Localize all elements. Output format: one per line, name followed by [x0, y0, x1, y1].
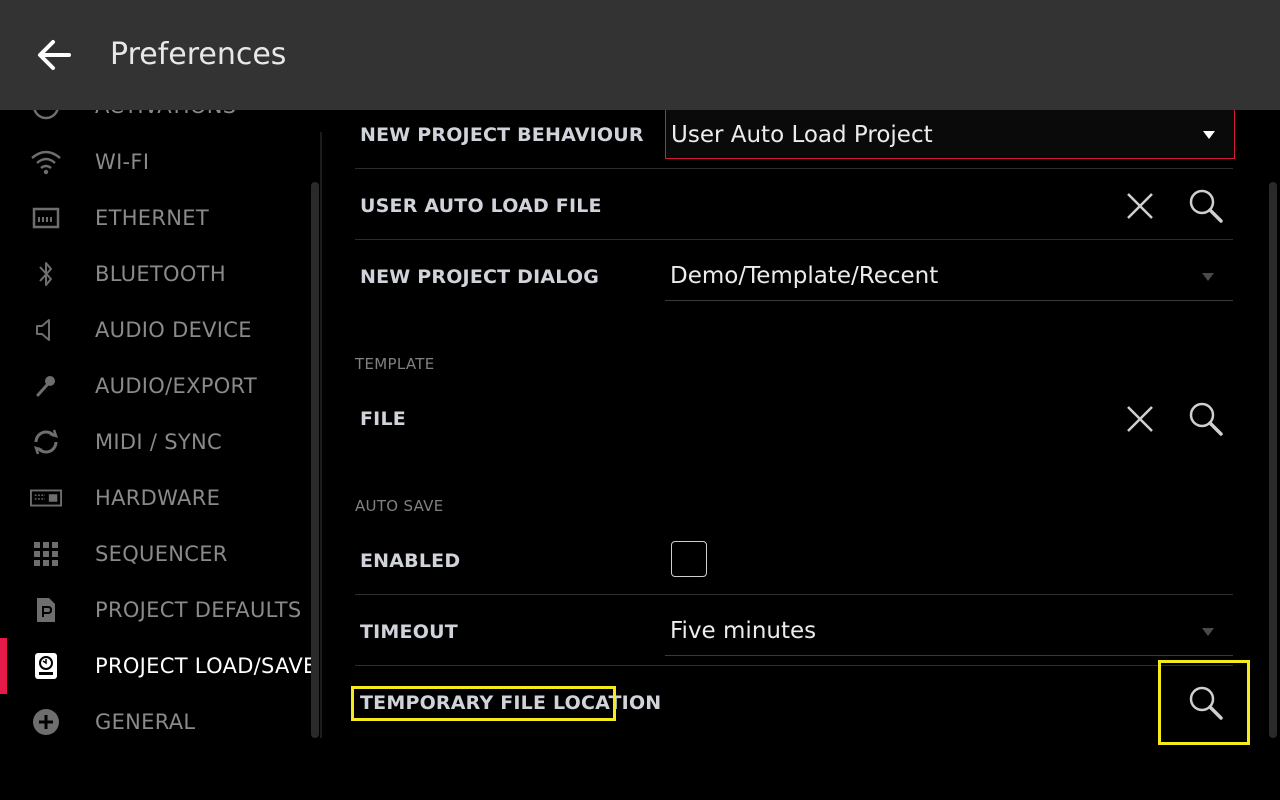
sidebar-item-label: BLUETOOTH [95, 262, 226, 286]
auto-save-timeout-dropdown[interactable]: Five minutes [665, 611, 1233, 656]
sidebar-item-label: ACTIVATIONS [95, 110, 236, 118]
sidebar-item-audio-export[interactable]: AUDIO/EXPORT [0, 358, 310, 414]
activations-icon [30, 110, 62, 121]
template-file-label: FILE [360, 408, 406, 430]
sidebar-item-label: MIDI / SYNC [95, 430, 222, 454]
sidebar-item-label: AUDIO/EXPORT [95, 374, 258, 398]
dropdown-value: User Auto Load Project [671, 122, 933, 148]
disk-icon [30, 651, 62, 681]
sidebar-item-project-defaults[interactable]: PROJECT DEFAULTS [0, 582, 310, 638]
sidebar-item-label: SEQUENCER [95, 542, 228, 566]
separator [355, 665, 1233, 666]
sidebar-item-sequencer[interactable]: SEQUENCER [0, 526, 310, 582]
sidebar-item-midi-sync[interactable]: MIDI / SYNC [0, 414, 310, 470]
wifi-icon [30, 147, 62, 177]
sidebar-item-activations[interactable]: ACTIVATIONS [0, 110, 310, 134]
sidebar-item-label: GENERAL [95, 710, 196, 734]
active-indicator [0, 638, 7, 694]
arrow-left-icon [38, 40, 71, 70]
search-icon [1189, 189, 1223, 223]
separator [355, 594, 1233, 595]
search-icon [1189, 402, 1223, 436]
sidebar-item-label: PROJECT LOAD/SAVE [95, 654, 317, 678]
sidebar-divider [320, 132, 322, 738]
main-scrollbar[interactable] [1269, 182, 1277, 738]
close-icon [1127, 193, 1153, 219]
ethernet-icon [30, 203, 62, 233]
sidebar-item-project-load-save[interactable]: PROJECT LOAD/SAVE [0, 638, 316, 694]
close-icon [1127, 406, 1153, 432]
microphone-icon [30, 371, 62, 401]
sidebar: ACTIVATIONS WI-FI ETHERNET BLUET [0, 110, 322, 800]
caret-down-icon [1203, 131, 1215, 139]
auto-save-timeout-label: TIMEOUT [360, 621, 458, 643]
new-project-behaviour-dropdown[interactable]: User Auto Load Project [665, 110, 1235, 159]
search-icon [1189, 686, 1223, 720]
temporary-file-location-label: TEMPORARY FILE LOCATION [360, 692, 662, 714]
caret-down-icon [1202, 628, 1214, 636]
hardware-icon [30, 483, 62, 513]
bluetooth-icon [30, 259, 62, 289]
sidebar-item-label: ETHERNET [95, 206, 209, 230]
sidebar-item-general[interactable]: GENERAL [0, 694, 310, 750]
browse-user-auto-load-file-button[interactable] [1181, 181, 1231, 231]
new-project-dialog-dropdown[interactable]: Demo/Template/Recent [665, 256, 1233, 301]
clear-template-file-button[interactable] [1115, 394, 1165, 444]
back-button[interactable] [30, 30, 80, 80]
sidebar-item-audio-device[interactable]: AUDIO DEVICE [0, 302, 310, 358]
sidebar-item-hardware[interactable]: HARDWARE [0, 470, 310, 526]
dropdown-value: Demo/Template/Recent [670, 263, 939, 289]
browse-template-file-button[interactable] [1181, 394, 1231, 444]
browse-temporary-file-location-button[interactable] [1181, 678, 1231, 728]
grid-icon [30, 539, 62, 569]
sidebar-item-label: PROJECT DEFAULTS [95, 598, 302, 622]
sidebar-item-wifi[interactable]: WI-FI [0, 134, 310, 190]
clear-user-auto-load-file-button[interactable] [1115, 181, 1165, 231]
sidebar-item-ethernet[interactable]: ETHERNET [0, 190, 310, 246]
speaker-icon [30, 315, 62, 345]
caret-down-icon [1202, 273, 1214, 281]
auto-save-section-title: AUTO SAVE [355, 497, 444, 515]
page-title: Preferences [110, 37, 287, 72]
new-project-dialog-label: NEW PROJECT DIALOG [360, 266, 600, 288]
template-section-title: TEMPLATE [355, 355, 435, 373]
sync-icon [30, 427, 62, 457]
sidebar-item-label: WI-FI [95, 150, 150, 174]
auto-save-enabled-checkbox[interactable] [671, 541, 707, 577]
sidebar-scrollbar[interactable] [311, 182, 319, 738]
sidebar-item-label: AUDIO DEVICE [95, 318, 252, 342]
new-project-behaviour-label: NEW PROJECT BEHAVIOUR [360, 124, 644, 146]
auto-save-enabled-label: ENABLED [360, 550, 461, 572]
header-bar: Preferences [0, 0, 1280, 110]
plus-circle-icon [30, 707, 62, 737]
document-icon [30, 595, 62, 625]
separator [355, 239, 1233, 240]
separator [355, 168, 1233, 169]
sidebar-item-label: HARDWARE [95, 486, 221, 510]
dropdown-value: Five minutes [670, 618, 817, 644]
user-auto-load-file-label: USER AUTO LOAD FILE [360, 195, 602, 217]
sidebar-item-bluetooth[interactable]: BLUETOOTH [0, 246, 310, 302]
